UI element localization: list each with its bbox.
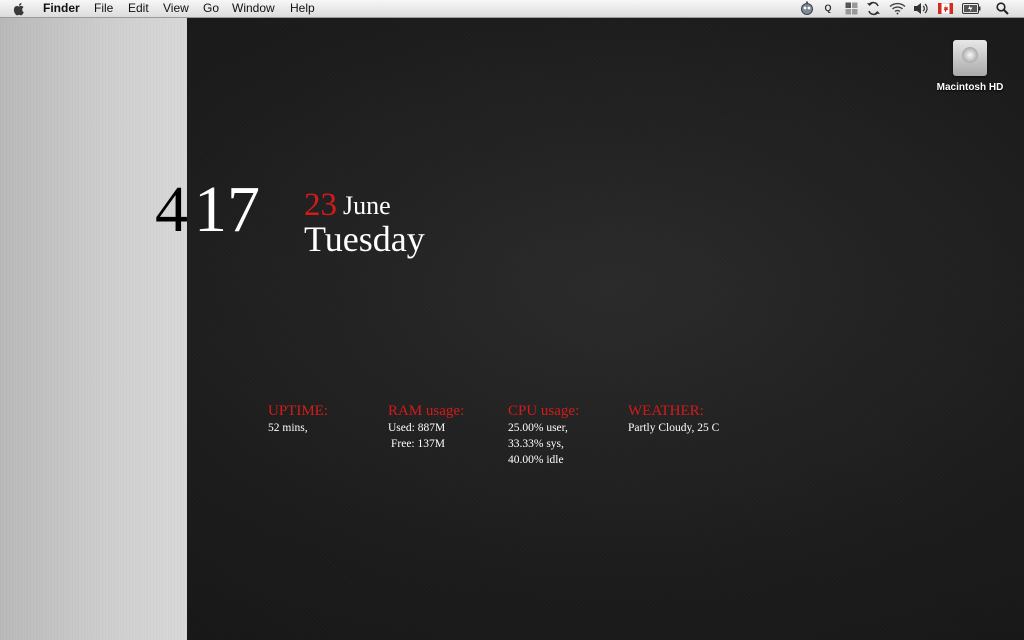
macintosh-hd-drive[interactable]: Macintosh HD	[930, 40, 1010, 93]
menu-file[interactable]: File	[94, 1, 113, 16]
cpu-idle: 40.00% idle	[508, 454, 564, 466]
menu-go[interactable]: Go	[203, 1, 219, 16]
spotlight-icon[interactable]	[996, 2, 1009, 15]
battery-icon[interactable]	[962, 3, 981, 14]
cpu-sys: 33.33% sys,	[508, 438, 564, 450]
ram-used: Used: 887M	[388, 422, 446, 434]
sync-icon[interactable]	[866, 1, 881, 16]
cpu-title: CPU usage:	[508, 403, 580, 419]
menu-bar:  Finder File Edit View Go Window Help Q	[0, 0, 1024, 18]
robot-icon[interactable]	[800, 1, 814, 16]
spaces-icon[interactable]	[845, 2, 858, 15]
menu-app-finder[interactable]: Finder	[43, 1, 80, 16]
weather-widget: WEATHER: Partly Cloudy, 25 C	[628, 402, 719, 436]
apple-logo-icon[interactable]	[13, 2, 26, 16]
q-icon[interactable]: Q	[822, 1, 834, 16]
ram-free: Free: 137M	[391, 438, 445, 450]
menu-view[interactable]: View	[163, 1, 189, 16]
wallpaper-light-panel	[0, 0, 187, 640]
ram-title: RAM usage:	[388, 403, 465, 419]
uptime-value: 52 mins,	[268, 422, 308, 434]
clock-hour: 4	[155, 173, 188, 246]
cpu-user: 25.00% user,	[508, 422, 568, 434]
date-weekday: Tuesday	[304, 219, 425, 259]
flag-icon[interactable]	[938, 3, 953, 14]
date-day: 23	[304, 187, 337, 223]
drive-label: Macintosh HD	[936, 82, 1004, 93]
ram-widget: RAM usage: Used: 887M Free: 137M	[388, 402, 464, 452]
menu-help[interactable]: Help	[290, 1, 315, 16]
hard-drive-icon[interactable]	[953, 40, 987, 76]
uptime-title: UPTIME:	[268, 403, 328, 419]
weather-value: Partly Cloudy, 25 C	[628, 422, 720, 434]
volume-icon[interactable]	[913, 2, 929, 15]
menu-edit[interactable]: Edit	[128, 1, 149, 16]
date-month: June	[343, 191, 391, 220]
weather-title: WEATHER:	[628, 403, 704, 419]
menu-window[interactable]: Window	[232, 1, 275, 16]
clock-minute: 17	[194, 173, 260, 246]
cpu-widget: CPU usage: 25.00% user, 33.33% sys, 40.0…	[508, 402, 579, 468]
wifi-icon[interactable]	[889, 2, 906, 15]
uptime-widget: UPTIME: 52 mins,	[268, 402, 328, 436]
